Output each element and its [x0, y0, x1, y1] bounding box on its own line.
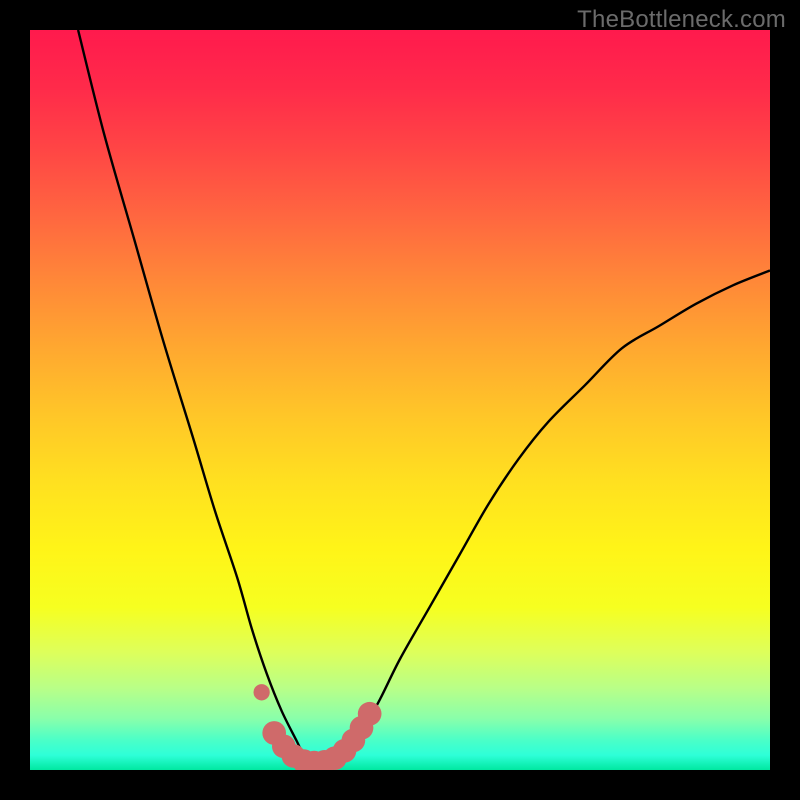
- marker-dot: [358, 702, 382, 726]
- source-attribution: TheBottleneck.com: [577, 6, 786, 34]
- chart-svg: [30, 30, 770, 770]
- bottleneck-curve: [78, 30, 770, 764]
- curve-markers: [253, 684, 381, 770]
- chart-frame: [30, 30, 770, 770]
- marker-dot: [253, 684, 269, 700]
